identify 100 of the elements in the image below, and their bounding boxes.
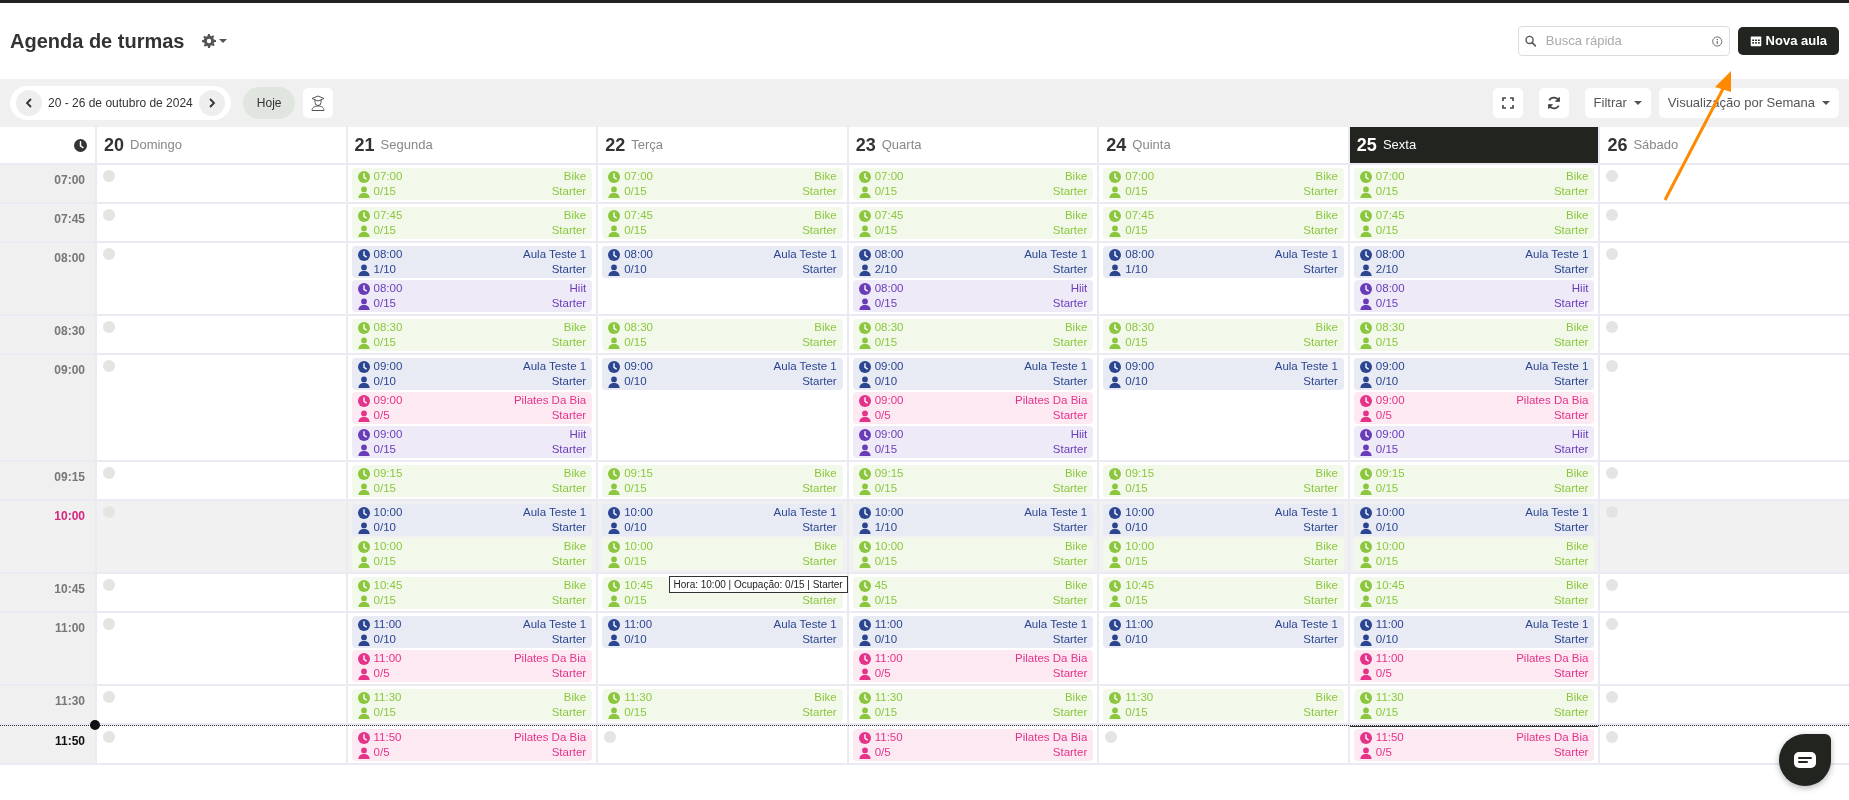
day-header[interactable]: 25 Sexta [1349, 127, 1599, 163]
class-card[interactable]: 08:00 Aula Teste 1 1/10 Starter [1103, 246, 1344, 278]
class-card[interactable]: 09:15 Bike 0/15 Starter [1353, 465, 1595, 497]
class-card[interactable]: 07:00 Bike 0/15 Starter [1103, 168, 1344, 200]
class-card[interactable]: 10:00 Bike 0/15 Starter [852, 538, 1094, 570]
class-card[interactable]: 09:00 Aula Teste 1 0/10 Starter [1103, 358, 1344, 390]
class-card[interactable]: 10:00 Bike 0/15 Starter [1103, 538, 1344, 570]
add-class-dot[interactable] [103, 467, 115, 479]
class-card[interactable]: 11:00 Aula Teste 1 0/10 Starter [1103, 616, 1344, 648]
add-class-dot[interactable] [1606, 467, 1619, 479]
class-card[interactable]: 11:00 Aula Teste 1 0/10 Starter [852, 616, 1094, 648]
class-card[interactable]: 09:00 Pilates Da Bia 0/5 Starter [852, 392, 1094, 424]
class-card[interactable]: 08:30 Bike 0/15 Starter [602, 319, 843, 351]
class-card[interactable]: 07:00 Bike 0/15 Starter [602, 168, 843, 200]
class-card[interactable]: 09:00 Pilates Da Bia 0/5 Starter [351, 392, 593, 424]
class-card[interactable]: 11:30 Bike 0/15 Starter [852, 689, 1094, 721]
class-card[interactable]: 10:00 Bike 0/15 Starter [602, 538, 843, 570]
class-card[interactable]: 11:50 Pilates Da Bia 0/5 Starter [1353, 729, 1595, 761]
add-class-dot[interactable] [1105, 731, 1118, 743]
class-card[interactable]: 07:00 Bike 0/15 Starter [1353, 168, 1595, 200]
day-header[interactable]: 23 Quarta [848, 127, 1098, 163]
add-class-dot[interactable] [103, 731, 115, 743]
add-class-dot[interactable] [103, 691, 115, 703]
add-class-dot[interactable] [1606, 691, 1619, 703]
class-card[interactable]: 10:00 Aula Teste 1 0/10 Starter [1103, 504, 1344, 536]
class-card[interactable]: 09:00 Hiit 0/15 Starter [852, 426, 1094, 458]
add-class-dot[interactable] [103, 579, 115, 591]
class-card[interactable]: 08:30 Bike 0/15 Starter [351, 319, 593, 351]
class-card[interactable]: 08:00 Aula Teste 1 2/10 Starter [852, 246, 1094, 278]
chat-button[interactable] [1779, 734, 1831, 786]
class-card[interactable]: 10:00 Bike 0/15 Starter [1353, 538, 1595, 570]
class-card[interactable]: 09:15 Bike 0/15 Starter [602, 465, 843, 497]
search-box[interactable]: Busca rápida [1517, 26, 1730, 56]
class-card[interactable]: 07:45 Bike 0/15 Starter [602, 207, 843, 239]
class-card[interactable]: 10:45 Bike 0/15 Starter [1353, 577, 1595, 609]
class-card[interactable]: 09:00 Aula Teste 1 0/10 Starter [351, 358, 593, 390]
class-card[interactable]: 10:00 Aula Teste 1 0/10 Starter [1353, 504, 1595, 536]
class-card[interactable]: 08:30 Bike 0/15 Starter [1353, 319, 1595, 351]
class-card[interactable]: 10:00 Aula Teste 1 0/10 Starter [351, 504, 593, 536]
add-class-dot[interactable] [103, 360, 115, 372]
add-class-dot[interactable] [1606, 731, 1619, 743]
previous-week-button[interactable] [16, 90, 42, 116]
add-class-dot[interactable] [103, 248, 115, 260]
class-card[interactable]: 09:15 Bike 0/15 Starter [1103, 465, 1344, 497]
class-card[interactable]: 08:00 Hiit 0/15 Starter [351, 280, 593, 312]
class-card[interactable]: 09:15 Bike 0/15 Starter [351, 465, 593, 497]
class-card[interactable]: 08:00 Aula Teste 1 1/10 Starter [351, 246, 593, 278]
add-class-dot[interactable] [604, 731, 617, 743]
class-card[interactable]: 11:30 Bike 0/15 Starter [351, 689, 593, 721]
today-button[interactable]: Hoje [242, 87, 296, 119]
class-card[interactable]: 07:45 Bike 0/15 Starter [351, 207, 593, 239]
class-card[interactable]: 11:00 Pilates Da Bia 0/5 Starter [351, 650, 593, 682]
class-card[interactable]: 07:00 Bike 0/15 Starter [852, 168, 1094, 200]
class-card[interactable]: 07:45 Bike 0/15 Starter [1103, 207, 1344, 239]
day-header[interactable]: 20 Domingo [97, 127, 346, 163]
add-class-dot[interactable] [1606, 579, 1619, 591]
class-card[interactable]: 09:15 Bike 0/15 Starter [852, 465, 1094, 497]
class-card[interactable]: 09:00 Aula Teste 1 0/10 Starter [602, 358, 843, 390]
class-card[interactable]: 11:50 Pilates Da Bia 0/5 Starter [852, 729, 1094, 761]
class-card[interactable]: 11:30 Bike 0/15 Starter [1103, 689, 1344, 721]
day-header[interactable]: 24 Quinta [1099, 127, 1348, 163]
class-card[interactable]: 11:00 Aula Teste 1 0/10 Starter [351, 616, 593, 648]
add-class-dot[interactable] [1606, 360, 1619, 372]
refresh-button[interactable] [1538, 88, 1569, 118]
add-class-dot[interactable] [103, 321, 115, 333]
class-card[interactable]: 10:00 Bike 0/15 Starter [351, 538, 593, 570]
day-header[interactable]: 26 Sábado [1600, 127, 1849, 163]
class-card[interactable]: 09:00 Hiit 0/15 Starter [1353, 426, 1595, 458]
day-header[interactable]: 22 Terça [598, 127, 847, 163]
class-card[interactable]: 11:00 Pilates Da Bia 0/5 Starter [1353, 650, 1595, 682]
class-card[interactable]: 11:30 Bike 0/15 Starter [602, 689, 843, 721]
info-icon[interactable] [1712, 34, 1723, 48]
add-class-dot[interactable] [103, 170, 115, 182]
next-week-button[interactable] [198, 90, 225, 116]
class-card[interactable]: 07:45 Bike 0/15 Starter [1353, 207, 1595, 239]
add-class-dot[interactable] [1606, 248, 1619, 260]
add-class-dot[interactable] [1606, 618, 1619, 630]
class-card[interactable]: 10:45 Bike 0/15 Starter [1103, 577, 1344, 609]
class-card[interactable]: 08:00 Hiit 0/15 Starter [1353, 280, 1595, 312]
class-card[interactable]: 10:45 Bike 0/15 Starter [351, 577, 593, 609]
add-class-dot[interactable] [1606, 209, 1619, 221]
class-card[interactable]: 08:00 Aula Teste 1 2/10 Starter [1353, 246, 1595, 278]
class-card[interactable]: 08:30 Bike 0/15 Starter [852, 319, 1094, 351]
class-card[interactable]: 45 Bike 0/15 Starter [852, 577, 1094, 609]
teacher-button[interactable] [303, 88, 334, 118]
class-card[interactable]: 07:00 Bike 0/15 Starter [351, 168, 593, 200]
add-class-dot[interactable] [103, 209, 115, 221]
class-card[interactable]: 10:00 Aula Teste 1 1/10 Starter [852, 504, 1094, 536]
fullscreen-button[interactable] [1492, 88, 1523, 118]
class-card[interactable]: 07:45 Bike 0/15 Starter [852, 207, 1094, 239]
class-card[interactable]: 11:00 Aula Teste 1 0/10 Starter [602, 616, 843, 648]
day-header[interactable]: 21 Segunda [347, 127, 597, 163]
class-card[interactable]: 11:00 Aula Teste 1 0/10 Starter [1353, 616, 1595, 648]
class-card[interactable]: 09:00 Aula Teste 1 0/10 Starter [1353, 358, 1595, 390]
class-card[interactable]: 09:00 Pilates Da Bia 0/5 Starter [1353, 392, 1595, 424]
class-card[interactable]: 10:00 Aula Teste 1 0/10 Starter [602, 504, 843, 536]
new-class-button[interactable]: Nova aula [1737, 27, 1839, 55]
class-card[interactable]: 09:00 Hiit 0/15 Starter [351, 426, 593, 458]
add-class-dot[interactable] [103, 618, 115, 630]
add-class-dot[interactable] [1606, 321, 1619, 333]
